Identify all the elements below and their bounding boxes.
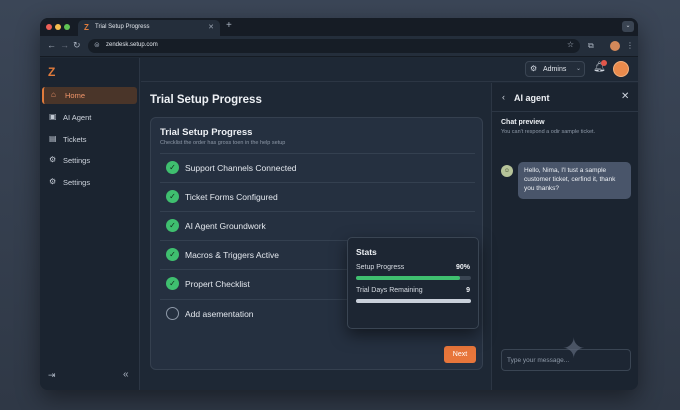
notification-badge xyxy=(601,60,607,66)
checklist-item-label: AI Agent Groundwork xyxy=(185,221,266,231)
stats-popover: Stats Setup Progress 90% Trial Days Rema… xyxy=(347,237,479,329)
minimize-window-button[interactable] xyxy=(55,24,61,30)
check-circle-icon: ✓ xyxy=(166,277,179,290)
page-title: Trial Setup Progress xyxy=(150,94,262,106)
browser-profile-avatar[interactable] xyxy=(610,41,620,51)
stats-title: Stats xyxy=(356,247,377,257)
bot-avatar-icon: ☺ xyxy=(501,165,513,177)
checklist-item-label: Propert Checklist xyxy=(185,279,250,289)
sidebar-item-home[interactable]: ⌂ Home xyxy=(42,87,137,104)
divider xyxy=(492,111,638,112)
card-title: Trial Setup Progress xyxy=(160,127,253,138)
admins-label: Admins xyxy=(543,66,567,73)
checklist-item-label: Add asementation xyxy=(185,309,254,319)
close-window-button[interactable] xyxy=(46,24,52,30)
top-header: ⚙ Admins ⌄ 🔔︎ xyxy=(141,58,638,82)
chat-preview-title: Chat preview xyxy=(501,119,545,126)
checklist-item[interactable]: ✓ Support Channels Connected xyxy=(160,153,475,182)
address-bar[interactable]: ⊜ zendesk.setup.com ☆ xyxy=(88,39,580,53)
checklist-item-label: Support Channels Connected xyxy=(185,163,297,173)
browser-tab[interactable]: Z Trial Setup Progress ✕ xyxy=(78,20,220,36)
forward-arrow-icon[interactable]: → xyxy=(60,40,69,50)
browser-window: Z Trial Setup Progress ✕ + ⌄ ← → ↻ ⊜ zen… xyxy=(40,18,638,390)
site-info-icon[interactable]: ⊜ xyxy=(94,41,100,49)
chat-preview-note: You can't respond a odir sample ticket. xyxy=(501,129,596,135)
check-circle-icon: ✓ xyxy=(166,219,179,232)
trial-days-bar xyxy=(356,299,471,303)
tab-title: Trial Setup Progress xyxy=(95,24,150,30)
settings-icon: ⚙ xyxy=(49,177,57,186)
checklist-item[interactable]: ✓ AI Agent Groundwork xyxy=(160,211,475,240)
card-subtitle: Checklist the order has gross toen in th… xyxy=(160,140,286,146)
sidebar-item-settings-2[interactable]: ⚙ Settings xyxy=(42,174,137,191)
check-circle-icon: ✓ xyxy=(166,190,179,203)
setup-progress-label: Setup Progress xyxy=(356,264,405,271)
trial-days-label: Trial Days Remaining xyxy=(356,287,423,294)
sparkle-icon: ✦ xyxy=(562,333,586,364)
sidebar-item-label: Home xyxy=(65,91,86,100)
empty-circle-icon xyxy=(166,307,179,320)
new-tab-button[interactable]: + xyxy=(226,20,232,31)
browser-menu-icon[interactable]: ⋮ xyxy=(626,41,634,50)
extensions-icon[interactable]: ⧉ xyxy=(588,41,594,51)
user-avatar[interactable] xyxy=(613,61,629,77)
gear-icon: ⚙ xyxy=(530,64,538,73)
sidebar-item-ai-agent[interactable]: ▣ AI Agent xyxy=(42,109,137,126)
tickets-icon: ▤ xyxy=(49,134,57,143)
back-arrow-icon[interactable]: ← xyxy=(47,40,56,50)
ai-agent-icon: ▣ xyxy=(49,112,57,121)
app-container: Z ⌂ Home ▣ AI Agent ▤ Tickets ⚙ Settings… xyxy=(40,58,638,390)
sign-out-icon[interactable]: ⇥ xyxy=(48,370,56,381)
sidebar-item-label: Tickets xyxy=(63,135,87,144)
settings-icon: ⚙ xyxy=(49,155,57,164)
setup-progress-bar xyxy=(356,276,471,280)
checklist-item-label: Macros & Triggers Active xyxy=(185,250,280,260)
home-icon: ⌂ xyxy=(51,90,56,99)
checklist-item-label: Ticket Forms Configured xyxy=(185,192,278,202)
chat-panel-title: AI agent xyxy=(514,93,550,103)
url-text: zendesk.setup.com xyxy=(106,42,158,48)
sidebar: Z ⌂ Home ▣ AI Agent ▤ Tickets ⚙ Settings… xyxy=(40,58,140,390)
reload-icon[interactable]: ↻ xyxy=(73,40,81,51)
trial-days-fill xyxy=(356,299,471,303)
sidebar-item-label: AI Agent xyxy=(63,113,92,122)
chevron-left-icon[interactable]: ‹ xyxy=(502,92,505,102)
check-circle-icon: ✓ xyxy=(166,248,179,261)
tab-search-button[interactable]: ⌄ xyxy=(622,21,634,32)
check-circle-icon: ✓ xyxy=(166,161,179,174)
setup-progress-fill xyxy=(356,276,460,280)
next-button[interactable]: Next xyxy=(444,346,476,363)
sidebar-item-label: Settings xyxy=(63,178,91,187)
sidebar-item-label: Settings xyxy=(63,156,91,165)
close-icon[interactable]: ✕ xyxy=(621,91,629,102)
checklist-item[interactable]: ✓ Ticket Forms Configured xyxy=(160,182,475,211)
trial-days-value: 9 xyxy=(466,287,470,294)
setup-progress-value: 90% xyxy=(455,264,470,271)
chat-message-input[interactable] xyxy=(507,355,607,366)
tab-strip: Z Trial Setup Progress ✕ + ⌄ xyxy=(40,18,638,36)
zendesk-logo-icon: Z xyxy=(84,23,89,32)
browser-toolbar: ← → ↻ ⊜ zendesk.setup.com ☆ ⧉ ⋮ xyxy=(40,36,638,57)
collapse-sidebar-icon[interactable]: « xyxy=(123,369,129,380)
bookmark-star-icon[interactable]: ☆ xyxy=(567,40,574,49)
sidebar-item-tickets[interactable]: ▤ Tickets xyxy=(42,131,137,148)
maximize-window-button[interactable] xyxy=(64,24,70,30)
sidebar-item-settings[interactable]: ⚙ Settings xyxy=(42,152,137,169)
chat-message-bubble: Hello, Nima, I'l tust a sample customer … xyxy=(518,162,631,199)
zendesk-logo: Z xyxy=(48,65,56,79)
chevron-down-icon: ⌄ xyxy=(576,66,582,72)
tab-close-icon[interactable]: ✕ xyxy=(208,23,214,31)
admins-dropdown[interactable]: ⚙ Admins ⌄ xyxy=(525,61,585,77)
